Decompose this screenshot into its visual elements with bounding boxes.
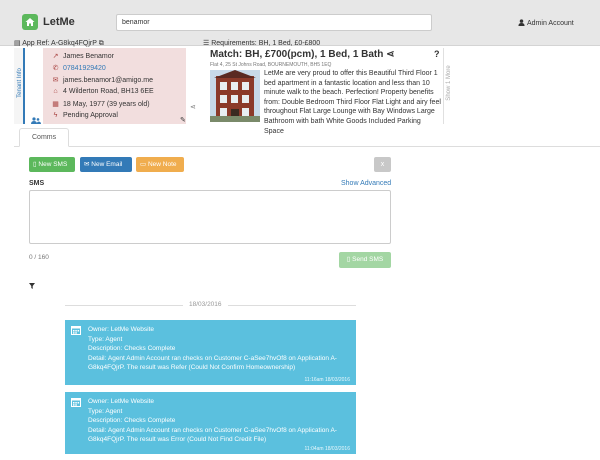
match-title: Match: BH, £700(pcm), 1 Bed, 1 Bath: [210, 49, 384, 60]
requirements: ☰ Requirements: BH, 1 Bed, £0-£800: [203, 39, 320, 47]
help-icon[interactable]: ?: [434, 49, 440, 59]
home-icon[interactable]: [22, 14, 38, 30]
envelope-icon: ✉: [84, 161, 90, 168]
edit-contact-icon[interactable]: ✎: [180, 116, 186, 124]
tenant-address: 4 Wilderton Road, BH13 6EE: [63, 88, 154, 95]
document-icon: ▤: [14, 40, 21, 47]
note-detail: Detail: Agent Admin Account ran checks o…: [88, 354, 337, 372]
show-advanced-link[interactable]: Show Advanced: [341, 180, 391, 187]
share-contact-icon[interactable]: ⋖: [190, 103, 196, 111]
new-email-button[interactable]: ✉ New Email: [80, 157, 132, 172]
requirements-text: Requirements: BH, 1 Bed, £0-£800: [211, 40, 321, 47]
close-button[interactable]: x: [374, 157, 391, 172]
tenant-email-row[interactable]: ✉ james.benamor1@amigo.me: [51, 76, 153, 84]
tenant-info-label: Tenant Info: [17, 68, 23, 98]
sms-label: SMS: [29, 180, 45, 187]
tab-comms[interactable]: Comms: [19, 128, 70, 147]
tenant-phone: 07841929420: [63, 65, 106, 72]
note-type: Type: Agent: [88, 407, 123, 415]
new-email-label: New Email: [91, 161, 123, 168]
timeline-date: 18/03/2016: [183, 301, 228, 308]
show-more-tab[interactable]: Show 1 More: [443, 48, 453, 124]
share-icon[interactable]: ⋖: [386, 49, 394, 60]
tenant-status-row: ϟ Pending Approval: [51, 112, 118, 119]
match-description: LetMe are very proud to offer this Beaut…: [264, 70, 441, 135]
calendar-icon: [71, 326, 81, 335]
show-more-label: Show 1 More: [446, 65, 452, 101]
calendar-icon: ▦: [52, 101, 59, 108]
email-icon: ✉: [52, 77, 59, 84]
new-sms-button[interactable]: ▯ New SMS: [29, 157, 75, 172]
tenant-address-row: ⌂ 4 Wilderton Road, BH13 6EE: [51, 88, 154, 95]
account-menu[interactable]: Admin Account: [518, 19, 574, 27]
tenant-name: James Benamor: [63, 53, 114, 60]
send-sms-label: Send SMS: [352, 256, 384, 263]
tenant-phone-row[interactable]: ✆ 07841929420: [51, 64, 106, 72]
app-ref-text: App Ref: A-G8kq4FQjrP: [22, 40, 97, 47]
sms-icon: ▯: [33, 161, 37, 168]
new-note-button[interactable]: ▭ New Note: [136, 157, 184, 172]
list-icon: ☰: [203, 40, 210, 47]
home-small-icon: ⌂: [53, 88, 58, 95]
filter-icon[interactable]: [29, 283, 35, 291]
tenant-contact-card: ↗ James Benamor ✆ 07841929420 ✉ james.benam…: [43, 48, 186, 124]
note-icon: ▭: [140, 161, 147, 168]
note-description: Description: Checks Complete: [88, 345, 176, 352]
phone-icon: ✆: [52, 65, 59, 72]
bolt-icon: ϟ: [53, 112, 58, 119]
tenant-dob: 18 May, 1977 (39 years old): [63, 101, 150, 108]
tenant-status: Pending Approval: [63, 112, 118, 119]
tenant-dob-row: ▦ 18 May, 1977 (39 years old): [51, 100, 150, 108]
match-address: Flat 4, 25 St Johns Road, BOURNEMOUTH, B…: [210, 62, 332, 68]
note-owner: Owner: LetMe Website: [88, 326, 154, 333]
account-label: Admin Account: [527, 20, 574, 27]
tenant-email: james.benamor1@amigo.me: [63, 77, 153, 84]
brand-name[interactable]: LetMe: [43, 16, 75, 28]
tabs-divider: [14, 146, 600, 147]
copy-icon[interactable]: ⧉: [99, 40, 104, 47]
character-count: 0 / 160: [29, 254, 49, 261]
send-sms-button[interactable]: ▯ Send SMS: [339, 252, 391, 268]
new-note-label: New Note: [147, 161, 177, 168]
property-photo[interactable]: [210, 70, 260, 122]
note-detail: Detail: Agent Admin Account ran checks o…: [88, 426, 337, 444]
property-match-card: Match: BH, £700(pcm), 1 Bed, 1 Bath ⋖ ? …: [203, 48, 441, 135]
note-type: Type: Agent: [88, 335, 123, 343]
user-icon: [518, 19, 525, 26]
app-ref: ▤ App Ref: A-G8kq4FQjrP ⧉: [14, 39, 104, 48]
calendar-icon: [71, 398, 81, 407]
timeline-note: Owner: LetMe Website Type: Agent Descrip…: [65, 320, 356, 385]
note-timestamp: 11:04am 18/03/2016: [304, 446, 350, 452]
note-owner: Owner: LetMe Website: [88, 398, 154, 405]
note-timestamp: 11:16am 18/03/2016: [304, 377, 350, 383]
timeline-note: Owner: LetMe Website Type: Agent Descrip…: [65, 392, 356, 454]
users-icon[interactable]: [31, 117, 41, 126]
send-icon: ▯: [346, 256, 351, 263]
search-input[interactable]: [116, 14, 432, 31]
tenant-name-row[interactable]: ↗ James Benamor: [51, 52, 114, 60]
new-sms-label: New SMS: [38, 161, 68, 168]
note-description: Description: Checks Complete: [88, 417, 176, 424]
tenant-info-tab[interactable]: Tenant Info: [14, 48, 25, 124]
sms-textarea[interactable]: [29, 190, 391, 244]
external-link-icon: ↗: [52, 53, 59, 60]
match-title-row[interactable]: Match: BH, £700(pcm), 1 Bed, 1 Bath ⋖: [210, 49, 395, 60]
